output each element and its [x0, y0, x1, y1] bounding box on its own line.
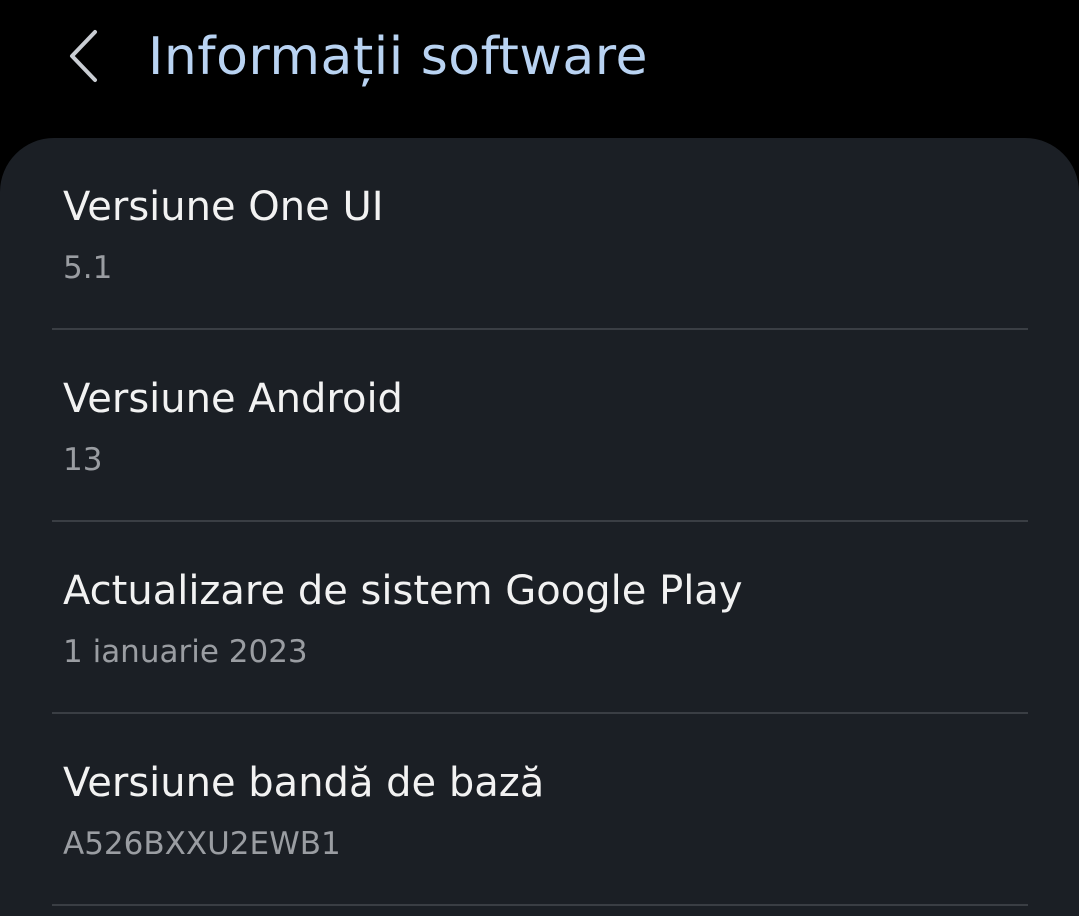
list-item-baseband-version[interactable]: Versiune bandă de bază A526BXXU2EWB1	[52, 714, 1028, 906]
list-item-android-version[interactable]: Versiune Android 13	[52, 330, 1028, 522]
item-title: Versiune bandă de bază	[63, 760, 545, 806]
divider	[52, 904, 1028, 906]
back-button[interactable]	[48, 18, 118, 94]
item-value: 13	[63, 442, 103, 478]
item-title: Actualizare de sistem Google Play	[63, 568, 743, 614]
item-title: Versiune Android	[63, 376, 403, 422]
settings-card: Versiune One UI 5.1 Versiune Android 13 …	[0, 138, 1079, 916]
item-title: Versiune One UI	[63, 184, 384, 230]
item-value: 1 ianuarie 2023	[63, 634, 308, 670]
chevron-left-icon	[70, 30, 97, 82]
list-item-google-play-system-update[interactable]: Actualizare de sistem Google Play 1 ianu…	[52, 522, 1028, 714]
item-value: A526BXXU2EWB1	[63, 826, 341, 862]
item-value: 5.1	[63, 250, 113, 286]
software-info-screen: Informații software Versiune One UI 5.1 …	[0, 0, 1079, 916]
list-item-one-ui-version[interactable]: Versiune One UI 5.1	[52, 138, 1028, 330]
page-title: Informații software	[148, 27, 649, 87]
app-bar: Informații software	[0, 0, 1079, 120]
